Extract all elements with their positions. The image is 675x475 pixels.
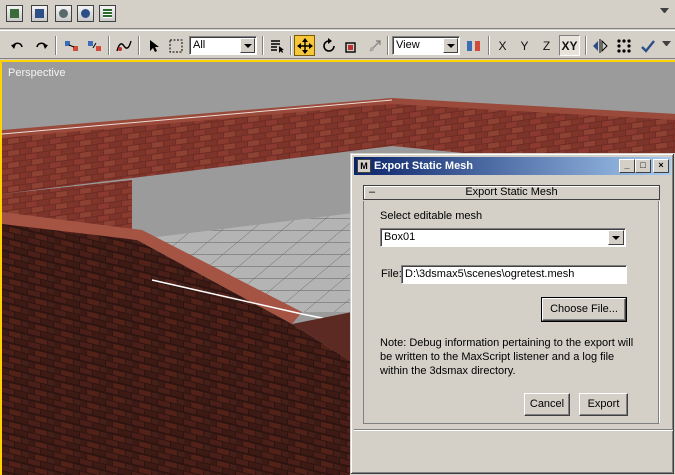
unlink-selection-button[interactable]	[84, 35, 105, 56]
align-icon	[640, 39, 655, 53]
bind-space-warp-button[interactable]	[113, 35, 134, 56]
mirror-button[interactable]	[589, 35, 610, 56]
select-and-move-button[interactable]	[294, 35, 315, 56]
rollout-header[interactable]: – Export Static Mesh	[363, 185, 660, 200]
toolbar-separator	[488, 36, 490, 55]
space-warp-icon	[115, 40, 132, 51]
manipulate-icon	[369, 39, 381, 51]
toolbar-separator	[585, 36, 587, 55]
toolbar-separator	[55, 36, 57, 55]
restrict-to-y-button[interactable]: Y	[514, 35, 535, 56]
redo-button[interactable]	[30, 35, 51, 56]
undo-icon	[10, 41, 23, 49]
rollout-title: Export Static Mesh	[465, 186, 558, 198]
cancel-button[interactable]: Cancel	[524, 393, 570, 416]
move-icon	[296, 37, 313, 54]
restrict-to-z-button[interactable]: Z	[536, 35, 557, 56]
dialog-title: Export Static Mesh	[374, 160, 474, 172]
select-by-name-button[interactable]	[266, 35, 287, 56]
selection-filter-dropdown[interactable]: All	[189, 36, 257, 55]
toolbar-separator	[387, 36, 389, 55]
toolbar-separator	[108, 36, 110, 55]
link-icon	[64, 40, 78, 51]
rollout-collapse-icon: –	[369, 186, 376, 198]
cursor-arrow-icon	[149, 39, 159, 52]
schematic-view-icon[interactable]	[31, 5, 48, 22]
render-scene-icon[interactable]	[77, 5, 94, 22]
select-and-scale-button[interactable]	[340, 35, 361, 56]
file-path-field[interactable]: D:\3dsmax5\scenes\ogretest.mesh	[401, 265, 627, 284]
dialog-divider	[354, 429, 673, 430]
toolbar-separator	[138, 36, 140, 55]
select-mesh-label: Select editable mesh	[380, 210, 483, 222]
rotate-icon	[322, 37, 335, 52]
pivot-center-icon	[466, 40, 480, 51]
debug-note: Note: Debug information pertaining to th…	[380, 337, 634, 377]
select-and-rotate-button[interactable]	[318, 35, 339, 56]
selection-filter-value: All	[193, 39, 206, 51]
restrict-to-x-button[interactable]: X	[492, 35, 513, 56]
unlink-icon	[87, 40, 101, 51]
reference-coordinate-value: View	[396, 39, 420, 51]
select-object-button[interactable]	[143, 35, 164, 56]
undo-button[interactable]	[7, 35, 28, 56]
export-static-mesh-dialog: M Export Static Mesh _ □ × – Export Stat…	[350, 153, 675, 475]
chevron-down-icon[interactable]	[662, 41, 671, 47]
listener-icon[interactable]	[99, 5, 116, 22]
main-toolbar: All View X Y Z XY	[0, 30, 675, 59]
file-label: File:	[381, 268, 402, 280]
command-tab-bar	[0, 0, 675, 29]
mesh-select-value: Box01	[384, 231, 416, 243]
select-and-manipulate-button[interactable]	[364, 35, 385, 56]
chevron-down-icon	[443, 38, 458, 53]
maximize-button[interactable]: □	[635, 159, 651, 173]
chevron-down-icon	[608, 230, 624, 245]
mirror-icon	[592, 38, 608, 53]
track-view-icon[interactable]	[6, 5, 23, 22]
chevron-down-icon[interactable]	[660, 8, 669, 14]
reference-coordinate-dropdown[interactable]: View	[392, 36, 460, 55]
choose-file-button[interactable]: Choose File...	[541, 297, 627, 322]
select-and-link-button[interactable]	[61, 35, 82, 56]
toolbar-separator	[262, 36, 264, 55]
scale-icon	[344, 41, 356, 53]
export-button[interactable]: Export	[579, 393, 628, 416]
region-select-button[interactable]	[165, 35, 186, 56]
region-rectangle-icon	[169, 39, 182, 52]
close-button[interactable]: ×	[653, 159, 669, 173]
chevron-down-icon	[240, 38, 255, 53]
dialog-title-bar[interactable]: M Export Static Mesh _ □ ×	[354, 157, 671, 175]
array-button[interactable]	[613, 35, 634, 56]
toolbar-separator	[290, 36, 292, 55]
select-by-name-icon	[270, 39, 284, 53]
mesh-select-dropdown[interactable]: Box01	[380, 228, 626, 247]
material-editor-icon[interactable]	[55, 5, 72, 22]
use-pivot-point-center-button[interactable]	[463, 35, 484, 56]
array-icon	[616, 38, 631, 53]
maxscript-icon: M	[357, 159, 371, 173]
minimize-button[interactable]: _	[619, 159, 635, 173]
viewport-label[interactable]: Perspective	[8, 67, 65, 79]
restrict-to-xy-button[interactable]: XY	[559, 35, 580, 56]
align-button[interactable]	[637, 35, 658, 56]
redo-icon	[35, 41, 48, 49]
